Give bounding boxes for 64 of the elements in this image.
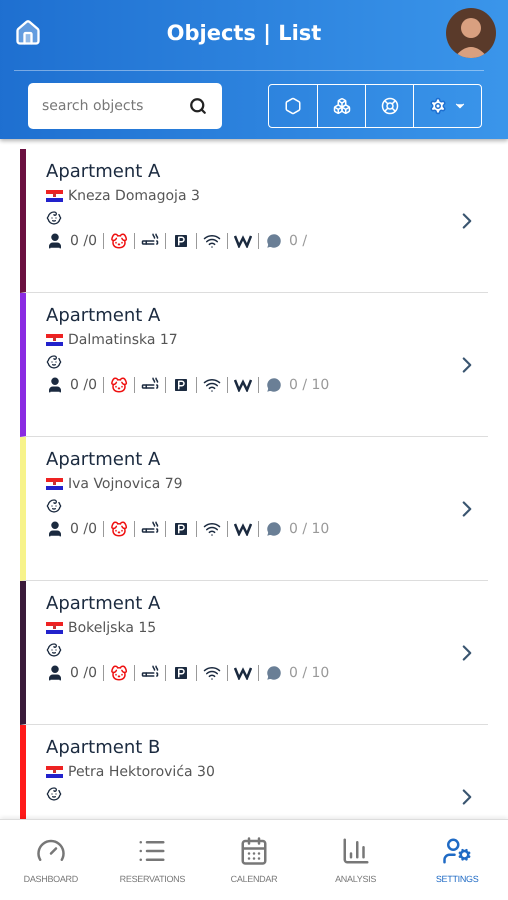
nav-tab[interactable]: SETTINGS (406, 820, 508, 900)
message-icon (264, 376, 283, 394)
object-card[interactable]: Apartment A Iva Vojnovica 79 0 /0 0 / 10 (20, 437, 488, 581)
search-button[interactable] (174, 83, 222, 129)
guest-count: 0 /0 (70, 521, 97, 537)
wifi-icon (202, 376, 221, 394)
home-icon[interactable] (14, 19, 42, 47)
guest-count: 0 /0 (70, 665, 97, 681)
object-address: Petra Hektorovića 30 (68, 764, 215, 780)
message-count: 0 / 10 (288, 665, 330, 681)
guest-icon (46, 232, 64, 250)
message-count: 0 / 10 (288, 521, 330, 537)
guest-count: 0 /0 (70, 233, 97, 249)
dog-icon (110, 232, 128, 250)
boxes-icon (332, 97, 350, 115)
settings-icon (428, 97, 446, 115)
message-count: 0 / 10 (288, 377, 330, 393)
w-logo-icon (234, 666, 252, 680)
message-icon (264, 520, 283, 538)
dog-icon (110, 520, 128, 538)
object-address: Iva Vojnovica 79 (68, 476, 183, 492)
object-card[interactable]: Apartment A Kneza Domagoja 3 0 /0 0 / (20, 149, 488, 293)
search-icon (189, 97, 207, 115)
settings-icon (442, 836, 472, 866)
flag-icon (46, 190, 63, 202)
object-name: Apartment A (46, 305, 162, 326)
flag-icon (46, 766, 63, 778)
wifi-icon (202, 232, 221, 250)
guest-icon (46, 520, 64, 538)
w-logo-icon (234, 522, 252, 536)
message-icon (264, 664, 283, 682)
flag-icon (46, 622, 63, 634)
guest-icon (46, 664, 64, 682)
hexagon-icon (284, 97, 302, 115)
object-name: Apartment A (46, 161, 162, 182)
page-title: Objects | List (166, 21, 322, 45)
search-field[interactable]: search objects (28, 83, 174, 129)
object-address: Bokeljska 15 (68, 620, 156, 636)
object-card[interactable]: Apartment A Dalmatinska 17 0 /0 0 / 10 (20, 293, 488, 437)
dog-icon (110, 376, 128, 394)
flag-icon (46, 478, 63, 490)
wifi-icon (202, 520, 221, 538)
message-icon (264, 232, 283, 250)
nav-tab[interactable]: CALENDAR (203, 820, 305, 900)
nav-tab[interactable]: DASHBOARD (0, 820, 102, 900)
analysis-icon (340, 836, 371, 866)
w-logo-icon (234, 234, 252, 248)
flag-icon (46, 334, 63, 346)
w-logo-icon (234, 378, 252, 392)
guest-icon (46, 376, 64, 394)
object-name: Apartment B (46, 737, 162, 758)
lifebuoy-icon (380, 97, 398, 115)
dog-icon (110, 664, 128, 682)
object-address: Kneza Domagoja 3 (68, 188, 200, 204)
object-card[interactable]: Apartment A Bokeljska 15 0 /0 0 / 10 (20, 581, 488, 725)
message-count: 0 / (288, 233, 308, 249)
nav-tab[interactable]: RESERVATIONS (102, 820, 204, 900)
object-name: Apartment A (46, 593, 162, 614)
object-name: Apartment A (46, 449, 162, 470)
object-address: Dalmatinska 17 (68, 332, 178, 348)
guest-count: 0 /0 (70, 377, 97, 393)
calendar-icon (238, 836, 269, 866)
wifi-icon (202, 664, 221, 682)
nav-tab[interactable]: ANALYSIS (304, 820, 406, 900)
